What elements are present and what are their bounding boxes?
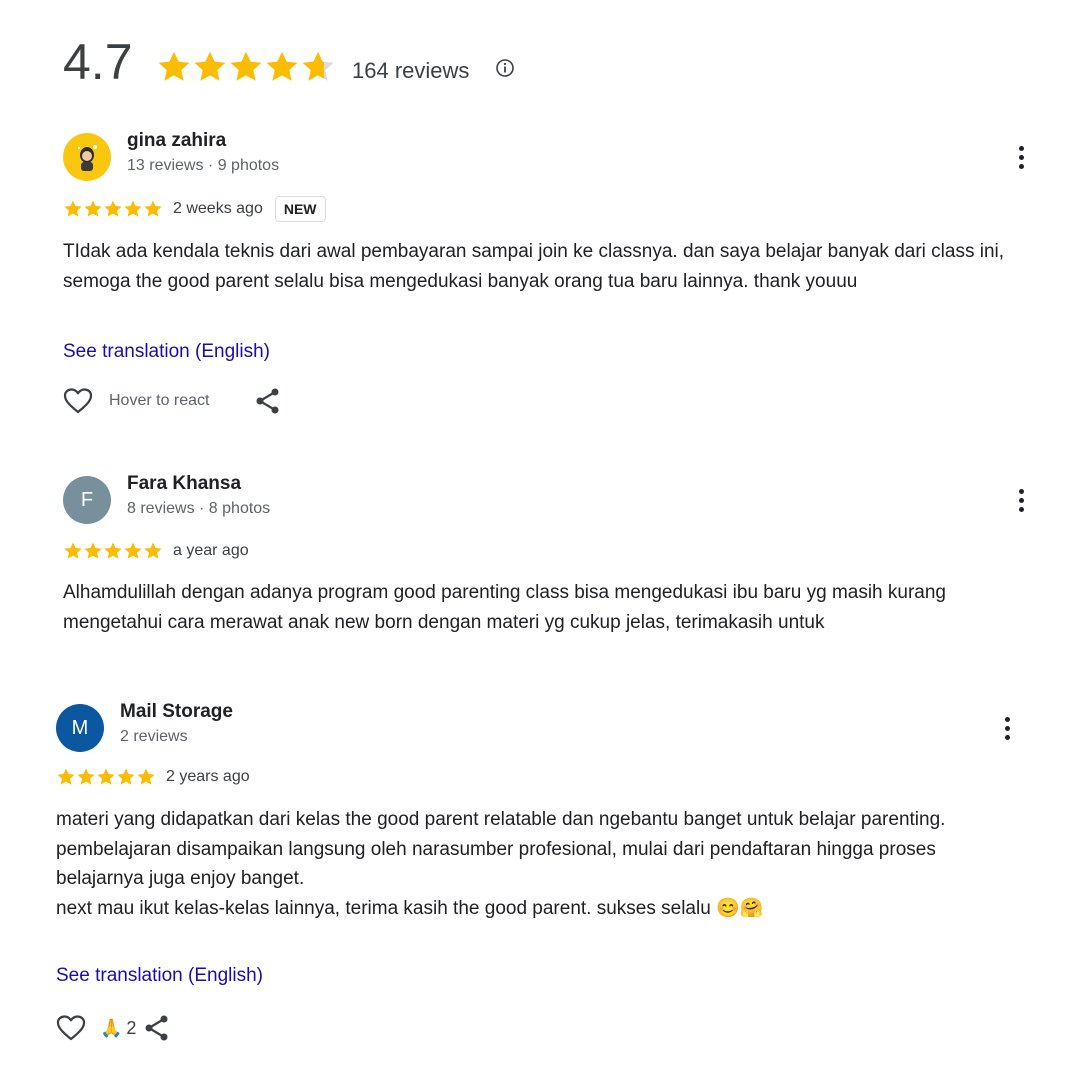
avatar-illustration-icon — [77, 145, 97, 171]
star-icon — [124, 200, 142, 217]
reviewer-name[interactable]: Mail Storage — [120, 701, 233, 723]
pray-emoji-icon: 🙏 — [100, 1017, 123, 1038]
star-icon — [64, 542, 82, 559]
review-date: 2 weeks ago — [173, 200, 263, 217]
average-rating: 4.7 — [63, 34, 133, 90]
review-actions: 🙏 2 — [56, 1013, 172, 1043]
hover-to-react-label: Hover to react — [109, 392, 210, 409]
review-text-line: next mau ikut kelas-kelas lainnya, terim… — [56, 897, 764, 919]
review-actions: Hover to react — [63, 386, 283, 416]
rating-row: a year ago — [63, 538, 249, 564]
star-icon — [97, 768, 115, 785]
review-text: Alhamdulillah dengan adanya program good… — [63, 578, 1023, 637]
info-icon[interactable] — [495, 58, 515, 78]
reviewer-meta: 13 reviews · 9 photos — [127, 157, 280, 174]
heart-icon — [56, 1015, 86, 1041]
star-icon — [302, 51, 334, 81]
star-icon — [144, 542, 162, 559]
avatar[interactable]: F — [63, 476, 111, 524]
review-date: a year ago — [173, 542, 249, 559]
reaction-summary[interactable]: 🙏 2 — [100, 1018, 136, 1039]
review-text: materi yang didapatkan dari kelas the go… — [56, 805, 956, 923]
review-date: 2 years ago — [166, 768, 250, 785]
review-text-line: Alhamdulillah dengan adanya program good… — [63, 582, 946, 633]
review-stars — [56, 767, 156, 787]
heart-icon — [63, 388, 93, 414]
star-icon — [137, 768, 155, 785]
avatar-letter: M — [71, 716, 89, 739]
reviewer-name[interactable]: gina zahira — [127, 130, 226, 152]
reviewer-meta: 2 reviews — [120, 728, 188, 745]
rating-row: 2 years ago — [56, 764, 250, 790]
review-text-line: pembelajaran disampaikan langsung oleh n… — [56, 838, 936, 890]
avatar[interactable] — [63, 133, 111, 181]
like-button[interactable] — [63, 386, 93, 416]
see-translation-link[interactable]: See translation (English) — [63, 341, 270, 363]
star-icon — [117, 768, 135, 785]
see-translation-link[interactable]: See translation (English) — [56, 965, 263, 987]
more-options-button[interactable] — [1007, 486, 1035, 514]
star-icon — [84, 200, 102, 217]
star-icon — [194, 51, 226, 81]
star-icon — [57, 768, 75, 785]
more-options-button[interactable] — [1007, 143, 1035, 171]
star-icon — [266, 51, 298, 81]
star-icon — [104, 542, 122, 559]
rating-summary: 4.7 164 reviews — [63, 32, 663, 92]
star-icon — [144, 200, 162, 217]
review-stars — [63, 199, 163, 219]
share-icon — [256, 388, 279, 414]
avatar-letter: F — [80, 488, 94, 511]
share-button[interactable] — [253, 386, 283, 416]
review-text: TIdak ada kendala teknis dari awal pemba… — [63, 237, 1023, 296]
star-icon — [230, 51, 262, 81]
star-icon — [124, 542, 142, 559]
average-stars — [156, 49, 336, 85]
total-reviews: 164 reviews — [352, 58, 470, 83]
star-icon — [104, 200, 122, 217]
review-stars — [63, 541, 163, 561]
review-card: M Mail Storage 2 reviews 2 years ago mat… — [56, 701, 1016, 1054]
reviewer-name[interactable]: Fara Khansa — [127, 473, 241, 495]
review-text-line: materi yang didapatkan dari kelas the go… — [56, 809, 946, 830]
reviewer-meta: 8 reviews · 8 photos — [127, 500, 271, 517]
star-icon — [77, 768, 95, 785]
more-options-button[interactable] — [993, 714, 1021, 742]
share-icon — [145, 1015, 168, 1041]
review-card: gina zahira 13 reviews · 9 photos 2 week… — [63, 130, 1024, 423]
star-icon — [64, 200, 82, 217]
like-button[interactable] — [56, 1013, 86, 1043]
review-card: F Fara Khansa 8 reviews · 8 photos a yea… — [63, 473, 1024, 646]
reaction-count: 2 — [126, 1017, 137, 1038]
avatar[interactable]: M — [56, 704, 104, 752]
star-icon — [84, 542, 102, 559]
new-badge: NEW — [274, 196, 326, 222]
star-icon — [158, 51, 190, 81]
rating-row: 2 weeks ago NEW — [63, 196, 326, 222]
review-text-line: TIdak ada kendala teknis dari awal pemba… — [63, 241, 1005, 292]
share-button[interactable] — [142, 1013, 172, 1043]
